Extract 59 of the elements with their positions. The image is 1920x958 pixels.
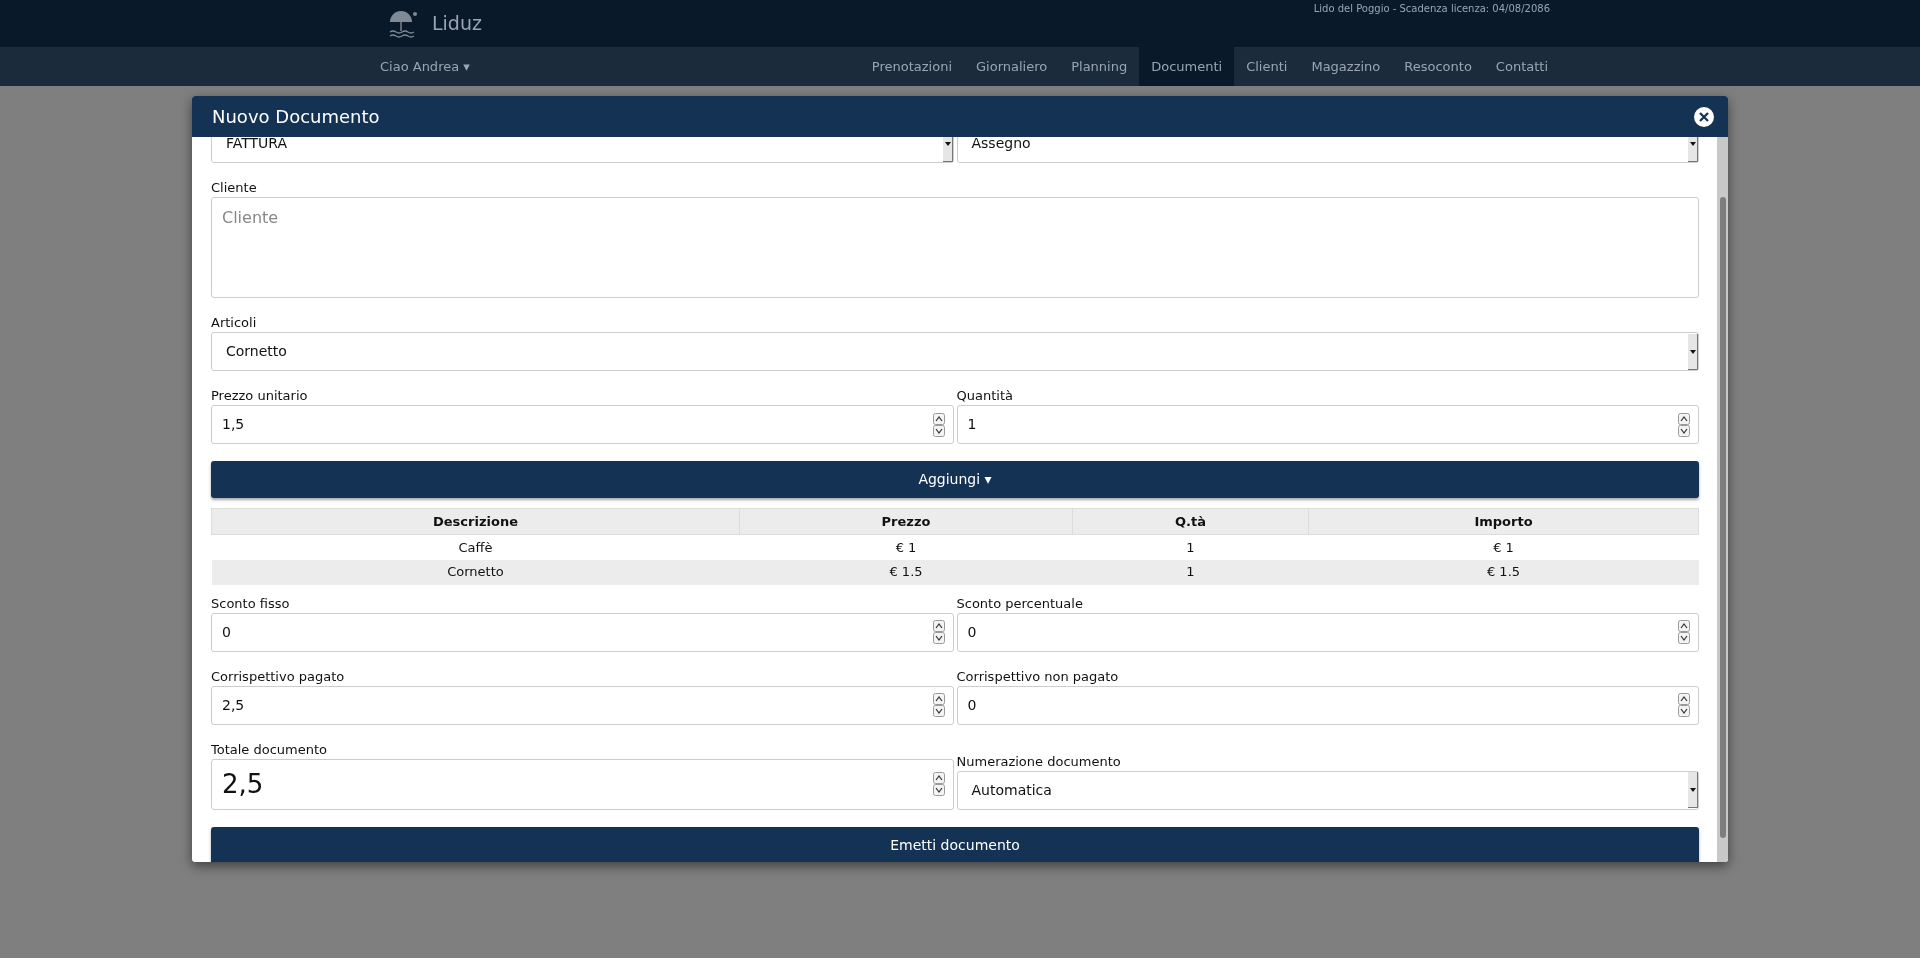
nav-tab[interactable]: Contatti [1483, 47, 1560, 86]
spinner-arrows-icon[interactable] [932, 693, 945, 717]
spinner-arrows-icon[interactable] [1678, 693, 1690, 717]
field-label: Corrispettivo pagato [211, 668, 346, 685]
field-label: Cliente [211, 180, 258, 196]
dialog-title: Nuovo Documento [212, 105, 380, 129]
select-field[interactable]: FATTURA [211, 137, 954, 163]
spinner-arrows-icon[interactable] [932, 412, 945, 437]
number-field[interactable]: 0 [956, 612, 1699, 652]
nav-tab[interactable]: Planning [1059, 47, 1140, 86]
app-logo-text[interactable]: Liduz [432, 9, 482, 38]
table-cell: € 1.5 [739, 559, 1073, 585]
column-header: Descrizione [211, 508, 740, 535]
nav-tab[interactable]: Resoconto [1392, 47, 1484, 86]
column-header: Q.tà [1072, 508, 1309, 535]
table-cell: 1 [1072, 559, 1309, 585]
field-label: Sconto percentuale [956, 595, 1084, 612]
client-textarea[interactable]: Cliente [211, 197, 1699, 298]
nav-tab[interactable]: Clienti [1234, 47, 1300, 86]
table-cell: € 1 [1308, 534, 1699, 560]
scrollbar[interactable] [1717, 137, 1728, 862]
select-field[interactable]: Cornetto [211, 332, 1699, 371]
number-field[interactable]: 1,5 [211, 405, 954, 444]
spinner-arrows-icon[interactable] [932, 620, 945, 644]
column-header: Importo [1308, 508, 1699, 535]
action-button[interactable]: Emetti documento [211, 826, 1699, 862]
action-button[interactable]: Aggiungi ▾ [211, 461, 1699, 498]
number-field[interactable]: 2,5 [211, 758, 954, 810]
spinner-arrows-icon[interactable] [1678, 412, 1690, 437]
field-label: Articoli [211, 315, 258, 331]
field-label: Prezzo unitario [211, 388, 309, 404]
close-icon[interactable] [1694, 106, 1714, 127]
beach-umbrella-icon [388, 9, 418, 38]
field-label: Numerazione documento [956, 753, 1122, 770]
user-menu[interactable]: Ciao Andrea ▾ [360, 47, 470, 86]
table-cell: Cornetto [211, 559, 740, 585]
nav-tab[interactable]: Prenotazioni [859, 47, 964, 86]
number-field[interactable]: 0 [956, 685, 1699, 725]
table-cell: Caffè [211, 534, 740, 560]
field-label: Corrispettivo non pagato [956, 668, 1120, 685]
spinner-arrows-icon[interactable] [1678, 620, 1690, 644]
field-label: Totale documento [211, 741, 329, 758]
number-field[interactable]: 1 [956, 405, 1699, 444]
select-field[interactable]: Assegno [956, 137, 1699, 163]
number-field[interactable]: 0 [211, 612, 954, 652]
nav-tab[interactable]: Magazzino [1299, 47, 1393, 86]
number-field[interactable]: 2,5 [211, 685, 954, 725]
table-cell: € 1.5 [1308, 559, 1699, 585]
dropdown-arrow-icon [942, 137, 953, 162]
field-label: Sconto fisso [211, 595, 291, 612]
nav-tab[interactable]: Documenti [1139, 47, 1235, 86]
table-cell: € 1 [739, 534, 1073, 560]
nav-tab[interactable]: Giornaliero [964, 47, 1060, 86]
column-header: Prezzo [739, 508, 1073, 535]
field-label: Quantità [956, 388, 1014, 404]
spinner-arrows-icon[interactable] [932, 772, 945, 796]
license-info: Lido del Poggio - Scadenza licenza: 04/08/2086 [1313, 2, 1550, 16]
select-field[interactable]: Automatica [956, 770, 1699, 810]
table-cell: 1 [1072, 534, 1309, 560]
